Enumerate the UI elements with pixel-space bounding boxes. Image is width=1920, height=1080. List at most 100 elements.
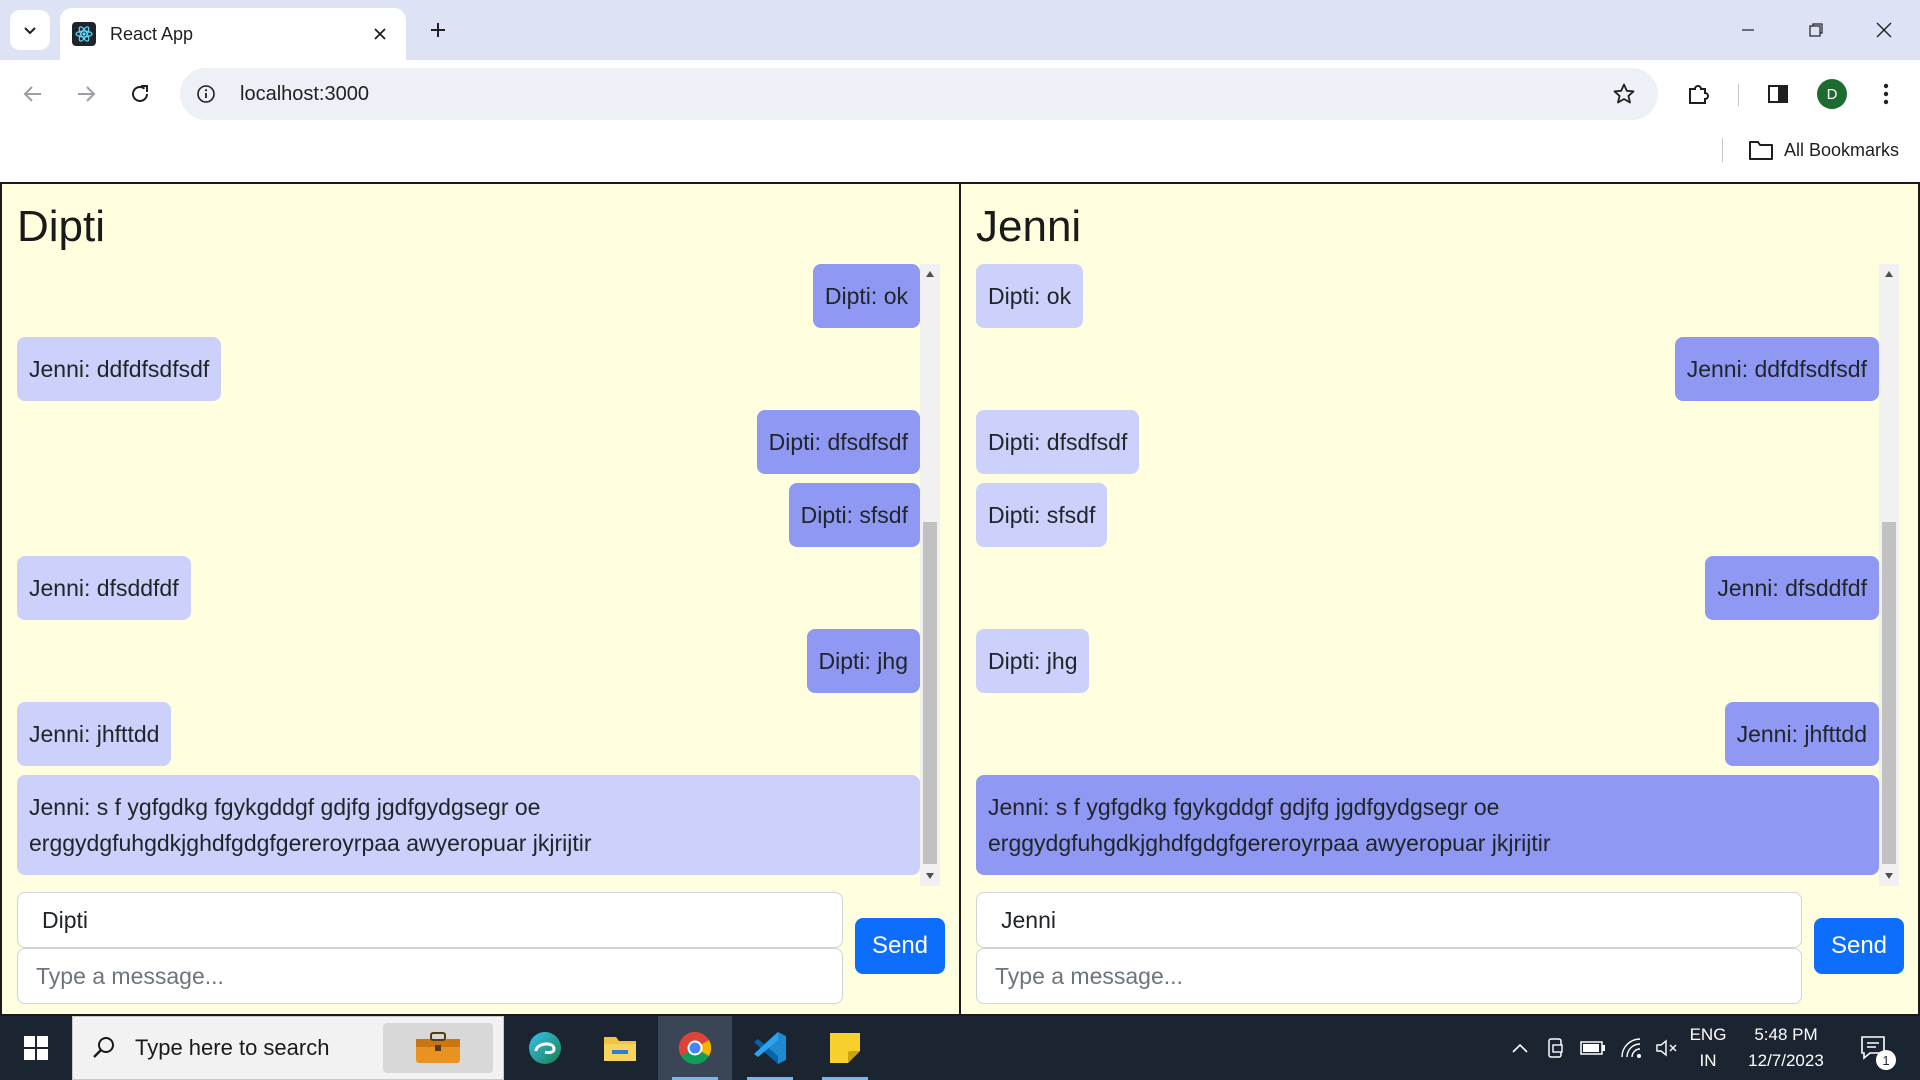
battery-button[interactable] xyxy=(1576,1016,1610,1080)
restore-button[interactable] xyxy=(1782,0,1850,60)
message-bubble: Dipti: dfsdfsdf xyxy=(756,410,920,474)
browser-menu-button[interactable] xyxy=(1866,74,1906,114)
forward-button[interactable] xyxy=(66,74,106,114)
address-bar[interactable]: localhost:3000 xyxy=(180,68,1658,120)
browser-tab[interactable]: React App xyxy=(60,8,406,60)
scroll-up-icon[interactable] xyxy=(920,264,940,284)
url-text: localhost:3000 xyxy=(240,82,369,105)
profile-avatar[interactable]: D xyxy=(1817,79,1847,109)
clock-time: 5:48 PM xyxy=(1754,1025,1818,1044)
new-tab-button[interactable] xyxy=(418,10,458,50)
scrollbar-thumb[interactable] xyxy=(1882,522,1896,864)
start-button[interactable] xyxy=(0,1016,72,1080)
message-scrollbar[interactable] xyxy=(920,264,940,886)
vscode-icon xyxy=(754,1032,786,1064)
windows-logo-icon xyxy=(24,1036,48,1060)
reload-button[interactable] xyxy=(120,74,160,114)
plus-icon xyxy=(431,23,445,37)
reload-icon xyxy=(132,85,148,102)
notification-center-button[interactable]: 1 xyxy=(1850,1016,1900,1080)
message-input[interactable]: Type a message... xyxy=(17,948,843,1004)
site-info-button[interactable] xyxy=(188,76,224,112)
side-panel-icon xyxy=(1768,85,1788,103)
restore-icon xyxy=(1809,23,1823,37)
message-bubble: Jenni: ddfdfsdfsdf xyxy=(1674,337,1879,401)
star-icon xyxy=(1613,83,1635,104)
close-icon xyxy=(374,28,386,40)
message-bubble: Jenni: jhfttdd xyxy=(1724,702,1879,766)
input-language-button[interactable]: ENG IN xyxy=(1686,1016,1730,1080)
tab-strip: React App xyxy=(0,0,1920,60)
briefcase-icon xyxy=(383,1023,493,1073)
taskbar-search-box[interactable]: Type here to search xyxy=(72,1016,504,1080)
puzzle-icon xyxy=(1689,85,1709,104)
scrollbar-thumb[interactable] xyxy=(923,522,937,864)
tab-search-button[interactable] xyxy=(10,10,50,50)
taskbar-file-explorer[interactable] xyxy=(583,1016,657,1080)
taskbar-edge[interactable] xyxy=(508,1016,582,1080)
show-hidden-icons-button[interactable] xyxy=(1504,1016,1536,1080)
volume-button[interactable] xyxy=(1650,1016,1684,1080)
volume-muted-icon xyxy=(1656,1039,1677,1057)
edge-icon xyxy=(529,1032,561,1064)
browser-toolbar: localhost:3000 D All Bookmarks xyxy=(0,60,1920,190)
bookmark-star-button[interactable] xyxy=(1606,76,1642,112)
react-logo-icon xyxy=(72,22,96,46)
side-panel-button[interactable] xyxy=(1758,74,1798,114)
message-input[interactable]: Type a message... xyxy=(976,948,1802,1004)
sticky-notes-icon xyxy=(830,1033,860,1063)
message-bubble: Dipti: jhg xyxy=(976,629,1090,693)
message-bubble: Jenni: s f ygfgdkg fgykgddgf gdjfg jgdfg… xyxy=(17,775,920,875)
all-bookmarks-button[interactable]: All Bookmarks xyxy=(1748,136,1899,164)
name-input[interactable]: Dipti xyxy=(17,892,843,948)
folder-icon xyxy=(1749,141,1773,160)
message-bubble: Jenni: dfsddfdf xyxy=(1705,556,1879,620)
send-button[interactable]: Send xyxy=(855,918,945,974)
name-input[interactable]: Jenni xyxy=(976,892,1802,948)
bookmarks-separator xyxy=(1722,138,1723,162)
device-icon xyxy=(1548,1038,1563,1058)
taskbar-vscode[interactable] xyxy=(733,1016,807,1080)
extensions-button[interactable] xyxy=(1679,74,1719,114)
message-bubble: Dipti: ok xyxy=(976,264,1084,328)
message-bubble: Jenni: dfsddfdf xyxy=(17,556,191,620)
taskbar-sticky-notes[interactable] xyxy=(808,1016,882,1080)
message-bubble: Dipti: ok xyxy=(812,264,920,328)
tab-close-button[interactable] xyxy=(368,22,392,46)
message-bubble: Dipti: sfsdf xyxy=(788,483,920,547)
message-bubble: Jenni: jhfttdd xyxy=(17,702,172,766)
message-list[interactable]: Dipti: ok Jenni: ddfdfsdfsdf Dipti: dfsd… xyxy=(976,264,1879,875)
message-bubble: Dipti: sfsdf xyxy=(976,483,1108,547)
info-icon xyxy=(197,85,215,103)
message-list[interactable]: Dipti: ok Jenni: ddfdfsdfsdf Dipti: dfsd… xyxy=(17,264,920,875)
search-icon xyxy=(93,1037,114,1058)
message-bubble: Jenni: s f ygfgdkg fgykgddgf gdjfg jgdfg… xyxy=(976,775,1879,875)
send-button[interactable]: Send xyxy=(1814,918,1904,974)
more-vertical-icon xyxy=(1883,83,1889,105)
message-bubble: Dipti: dfsdfsdf xyxy=(976,410,1140,474)
scroll-up-icon[interactable] xyxy=(1879,264,1899,284)
close-icon xyxy=(1876,22,1892,38)
arrow-right-icon xyxy=(78,86,96,102)
panel-title: Dipti xyxy=(17,202,106,251)
scroll-down-icon[interactable] xyxy=(1879,866,1899,886)
network-button[interactable] xyxy=(1614,1016,1648,1080)
chevron-up-icon xyxy=(1512,1043,1528,1053)
scroll-down-icon[interactable] xyxy=(920,866,940,886)
battery-icon xyxy=(1580,1041,1605,1055)
back-button[interactable] xyxy=(13,74,53,114)
chrome-icon xyxy=(678,1031,712,1065)
clock-date: 12/7/2023 xyxy=(1748,1051,1824,1070)
taskbar-chrome[interactable] xyxy=(658,1016,732,1080)
message-scrollbar[interactable] xyxy=(1879,264,1899,886)
minimize-button[interactable] xyxy=(1714,0,1782,60)
chat-page: Dipti Dipti: ok Jenni: ddfdfsdfsdf Dipti… xyxy=(0,182,1920,1016)
toolbar-separator xyxy=(1738,84,1739,106)
panel-title: Jenni xyxy=(976,202,1082,251)
meet-now-button[interactable] xyxy=(1540,1016,1572,1080)
region-label: IN xyxy=(1699,1051,1717,1070)
tab-title: React App xyxy=(110,23,194,44)
clock-button[interactable]: 5:48 PM 12/7/2023 xyxy=(1738,1016,1834,1080)
close-window-button[interactable] xyxy=(1850,0,1918,60)
chevron-down-icon xyxy=(24,27,36,35)
